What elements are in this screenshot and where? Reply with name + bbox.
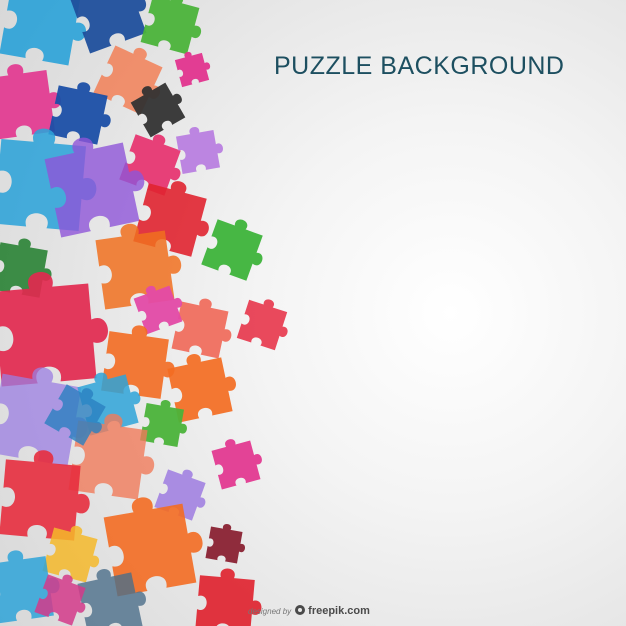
puzzle-piece xyxy=(174,51,211,88)
puzzle-piece xyxy=(140,0,202,55)
credit-brand: freepik.com xyxy=(308,605,370,617)
credit-line[interactable]: designed by freepik.com xyxy=(248,605,370,617)
puzzle-piece xyxy=(205,524,245,564)
puzzle-piece xyxy=(211,439,262,490)
puzzle-piece xyxy=(201,219,263,281)
freepik-logo-icon xyxy=(295,605,306,615)
puzzle-piece xyxy=(236,299,288,351)
puzzle-background: PUZZLE BACKGROUND designed by freepik.com xyxy=(0,0,626,626)
puzzle-pieces-layer xyxy=(0,0,288,626)
puzzle-piece xyxy=(175,127,223,175)
credit-prefix: designed by xyxy=(248,607,292,616)
page-title: PUZZLE BACKGROUND xyxy=(274,52,565,80)
puzzle-piece xyxy=(195,568,262,626)
